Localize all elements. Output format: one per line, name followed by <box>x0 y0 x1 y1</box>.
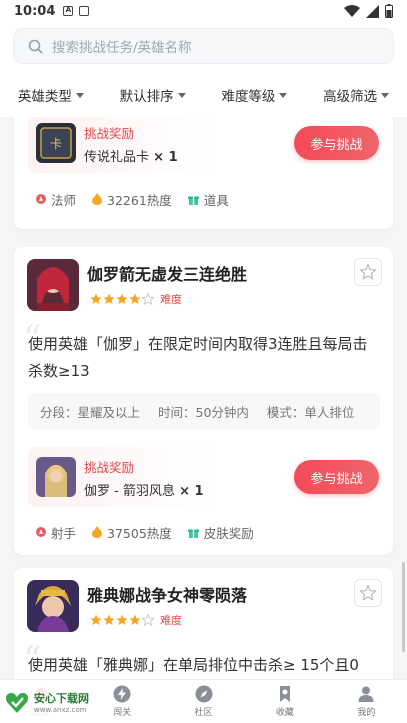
heat-tag: 32261热度 <box>92 190 172 209</box>
reward-label: 挑战奖励 <box>84 460 135 475</box>
difficulty-label: 难度 <box>160 293 182 306</box>
star-filled-icon <box>103 293 115 304</box>
skin-reward-image <box>36 457 76 497</box>
heat-tag: 37505热度 <box>92 523 172 542</box>
legend-gift-card-image: 卡 <box>36 123 76 163</box>
filter-hero-type[interactable]: 英雄类型 <box>0 80 102 110</box>
star-filled-icon <box>129 293 141 304</box>
wifi-icon <box>344 4 360 17</box>
challenge-feed: 卡 挑战奖励 传说礼品卡 × 1 参与挑战 法师 32261热度 道具 伽罗箭无… <box>0 117 407 679</box>
signal-icon <box>366 4 379 18</box>
reward-box: 挑战奖励 伽罗 - 箭羽风息 × 1 参与挑战 <box>28 447 379 507</box>
filter-sort[interactable]: 默认排序 <box>102 80 204 110</box>
flame-icon <box>92 193 103 205</box>
flame-icon <box>92 526 103 538</box>
mode-detail: 模式：单人排位 <box>266 405 355 420</box>
star-empty-icon <box>142 293 154 305</box>
star-outline-icon <box>360 585 376 601</box>
role-icon <box>36 527 46 537</box>
hero-avatar-jialuo <box>27 259 79 311</box>
star-filled-icon <box>116 614 128 625</box>
caret-down-icon <box>75 92 84 98</box>
role-tag: 法师 <box>36 190 76 209</box>
star-filled-icon <box>90 293 102 304</box>
reward-name: 传说礼品卡 × 1 <box>84 150 178 165</box>
hero-avatar-athena <box>27 580 79 632</box>
challenge-description: 使用英雄「伽罗」在限定时间内取得3连胜且每局击杀数≥13 <box>28 335 368 380</box>
challenge-description: 使用英雄「雅典娜」在单局排位中击杀≥ 15个且0 <box>28 656 359 674</box>
reward-type-tag: 皮肤奖励 <box>187 523 254 542</box>
star-outline-icon <box>360 264 376 280</box>
time-detail: 时间：50分钟内 <box>158 405 249 420</box>
favorite-button[interactable] <box>354 258 382 286</box>
watermark-url: www.anxz.com <box>34 706 87 714</box>
notification-a-icon: A <box>63 6 74 16</box>
star-filled-icon <box>103 614 115 625</box>
tab-community[interactable]: 社区 <box>163 680 244 723</box>
bookmark-icon <box>279 686 290 702</box>
star-filled-icon <box>129 614 141 625</box>
search-icon <box>28 39 43 54</box>
star-filled-icon <box>116 293 128 304</box>
watermark-logo <box>6 692 28 713</box>
caret-down-icon <box>381 92 390 98</box>
compass-icon <box>195 685 213 703</box>
challenge-title: 雅典娜战争女神零陨落 <box>87 586 248 605</box>
gift-icon <box>187 196 199 205</box>
search-placeholder: 搜索挑战任务/英雄名称 <box>52 40 192 56</box>
favorite-button[interactable] <box>354 579 382 607</box>
difficulty-rating: 难度 <box>90 612 182 628</box>
gift-icon <box>187 529 199 538</box>
card-meta: 射手 37505热度 皮肤奖励 <box>36 522 270 542</box>
caret-down-icon <box>177 92 186 98</box>
challenge-details: 分段：星耀及以上 时间：50分钟内 模式：单人排位 <box>28 393 380 430</box>
watermark-title: 安心下载网 <box>34 692 89 705</box>
role-tag: 射手 <box>36 523 76 542</box>
star-filled-icon <box>90 614 102 625</box>
reward-box: 卡 挑战奖励 传说礼品卡 × 1 参与挑战 <box>28 117 379 173</box>
card-meta: 法师 32261热度 道具 <box>36 189 245 209</box>
reward-label: 挑战奖励 <box>84 126 135 141</box>
search-input[interactable]: 搜索挑战任务/英雄名称 <box>13 28 394 64</box>
challenge-title: 伽罗箭无虚发三连绝胜 <box>87 265 248 284</box>
tab-favorites[interactable]: 收藏 <box>244 680 325 723</box>
challenge-card[interactable]: 伽罗箭无虚发三连绝胜 难度 “ 使用英雄「伽罗」在限定时间内取得3连胜且每局击杀… <box>14 247 393 555</box>
user-icon <box>358 686 374 702</box>
star-empty-icon <box>142 614 154 626</box>
role-icon <box>36 194 46 204</box>
segment-detail: 分段：星耀及以上 <box>40 405 141 420</box>
status-time: 10:04 <box>14 3 56 19</box>
challenge-card[interactable]: 雅典娜战争女神零陨落 难度 “ 使用英雄「雅典娜」在单局排位中击杀≥ 15个且0 <box>14 568 393 679</box>
difficulty-rating: 难度 <box>90 291 182 307</box>
lightning-icon <box>113 685 131 703</box>
site-watermark: 安心下载网 www.anxz.com <box>0 684 100 720</box>
difficulty-label: 难度 <box>160 614 182 627</box>
challenge-card: 卡 挑战奖励 传说礼品卡 × 1 参与挑战 法师 32261热度 道具 <box>14 117 393 229</box>
notification-card-icon <box>79 6 90 16</box>
header: 搜索挑战任务/英雄名称 英雄类型 默认排序 难度等级 高级筛选 <box>0 22 407 117</box>
filter-difficulty[interactable]: 难度等级 <box>204 80 306 110</box>
caret-down-icon <box>279 92 288 98</box>
reward-name: 伽罗 - 箭羽风息 × 1 <box>84 484 204 499</box>
join-challenge-button[interactable]: 参与挑战 <box>294 126 379 160</box>
join-challenge-button[interactable]: 参与挑战 <box>294 460 379 494</box>
scrollbar-thumb[interactable] <box>402 562 405 652</box>
status-bar: 10:04 A <box>0 0 407 22</box>
reward-type-tag: 道具 <box>187 190 229 209</box>
battery-icon <box>385 4 393 18</box>
svg-text:卡: 卡 <box>50 137 62 151</box>
filter-bar: 英雄类型 默认排序 难度等级 高级筛选 <box>0 80 407 110</box>
filter-advanced[interactable]: 高级筛选 <box>305 80 407 110</box>
tab-profile[interactable]: 我的 <box>326 680 407 723</box>
